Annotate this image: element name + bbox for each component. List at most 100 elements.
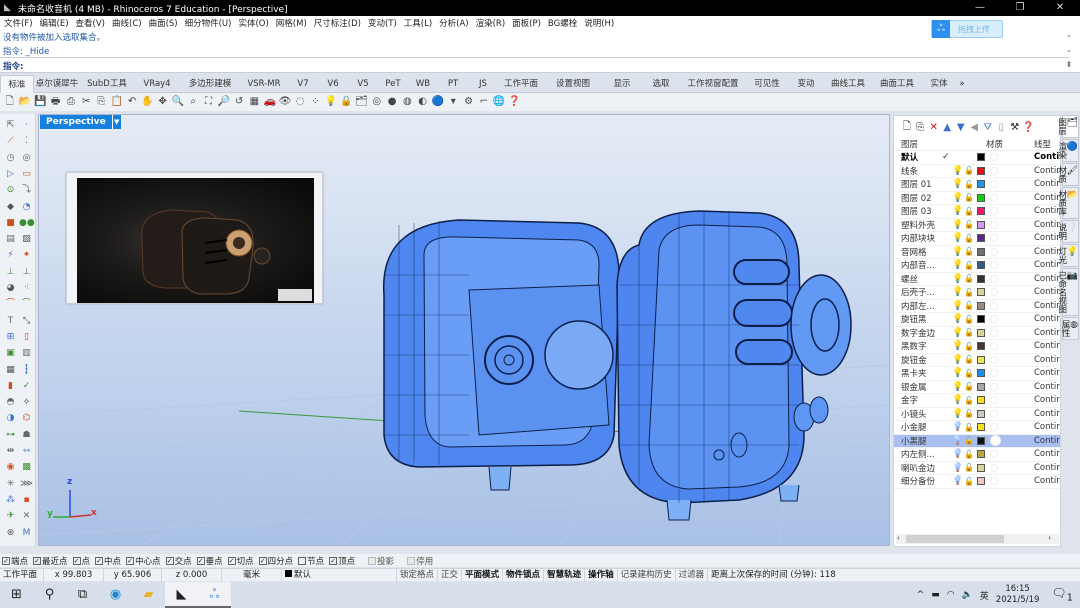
layer-color-swatch[interactable] (977, 247, 985, 256)
layer-row[interactable]: 黑数字 💡 🔓 Contir (894, 340, 1060, 354)
layer-linetype[interactable]: Contir (1034, 422, 1062, 432)
notification-icon[interactable]: 🗨1 (1051, 586, 1073, 603)
cut-icon[interactable]: ✂ (78, 95, 93, 109)
layer-linetype[interactable]: Contir (1034, 463, 1062, 473)
unlock-icon[interactable]: 🔓 (964, 234, 974, 243)
layer-name[interactable]: 金字 (901, 394, 949, 406)
layer-name[interactable]: 黑数字 (901, 340, 949, 352)
layer-name[interactable]: 图层 01 (901, 178, 949, 190)
tab-22[interactable]: 实体 (922, 75, 956, 93)
layer-name[interactable]: 旋钮黑 (901, 313, 949, 325)
status-toggle-6[interactable]: 记录建构历史 (618, 568, 676, 582)
layer-color-swatch[interactable] (977, 180, 985, 189)
help-icon[interactable]: ❓ (1022, 122, 1036, 133)
move-out-icon[interactable]: ◀ (968, 122, 982, 133)
tab-5[interactable]: VSR-MR (240, 75, 288, 93)
menu-item[interactable]: 查看(V) (76, 17, 105, 29)
menu-item[interactable]: 网格(M) (276, 17, 307, 29)
left-tool-icon[interactable]: ✳ (3, 477, 18, 491)
osnap-12[interactable]: 停用 (407, 555, 433, 567)
tab-3[interactable]: VRay4 (134, 75, 180, 93)
viewport-layout-icon[interactable]: ▦ (247, 95, 262, 109)
layer-row[interactable]: 小镜头 💡 🔓 Contir (894, 408, 1060, 421)
left-tool-icon[interactable]: ◷ (3, 151, 18, 165)
layer-name[interactable]: 图层 02 (901, 192, 949, 204)
left-tool-icon[interactable]: ⟋ (3, 134, 18, 148)
panel-tab-7[interactable]: ◍ 属性 (1060, 317, 1079, 340)
material-icon[interactable] (990, 166, 998, 175)
material-icon[interactable] (990, 207, 998, 216)
tab-1[interactable]: 卓尔谟犀牛 (34, 75, 80, 93)
layer-row[interactable]: 内左侧... 💡 🔓 Contir (894, 448, 1060, 462)
unlock-icon[interactable]: 🔓 (964, 328, 974, 337)
shaded-icon[interactable]: ● (384, 95, 399, 109)
left-tool-icon[interactable]: ⌬ (19, 411, 34, 425)
layer-row[interactable]: 数字金边 💡 🔓 Contir (894, 327, 1060, 340)
layer-color-swatch[interactable] (977, 477, 985, 486)
settings-icon[interactable]: ⚙ (461, 95, 476, 109)
left-tool-icon[interactable]: ▭ (19, 167, 34, 181)
menu-item[interactable]: 变动(T) (368, 17, 397, 29)
left-tool-icon[interactable]: ◎ (19, 151, 34, 165)
left-tool-icon[interactable]: ⇱ (3, 118, 18, 132)
layer-row[interactable]: 喇叭金边 💡 🔓 Contir (894, 462, 1062, 475)
left-tool-icon[interactable]: ⊙ (3, 183, 18, 197)
lightbulb-on-icon[interactable]: 💡 (952, 233, 963, 243)
left-tool-icon[interactable]: M (19, 526, 34, 540)
layer-name[interactable]: 小镜头 (901, 408, 949, 420)
layer-name[interactable]: 音网格 (901, 246, 949, 258)
layer-color-swatch[interactable] (977, 342, 985, 351)
pan-icon[interactable]: ✋ (140, 95, 155, 109)
unlock-icon[interactable]: 🔓 (964, 180, 974, 189)
osnap-11[interactable]: 投影 (368, 555, 394, 567)
layer-name[interactable]: 内部块块 (901, 232, 949, 244)
copy-icon[interactable]: ⎘ (94, 95, 109, 109)
layer-icon[interactable]: 🗂 (354, 95, 369, 109)
lightbulb-on-icon[interactable]: 💡 (952, 382, 963, 392)
layer-name[interactable]: 塑料外壳 (901, 219, 949, 231)
open-icon[interactable]: 📂 (17, 95, 32, 109)
perspective-viewport[interactable]: z x y Perspective ▼ (38, 114, 890, 546)
layer-row[interactable]: 后壳子... 💡 🔓 Contir (894, 286, 1060, 300)
wifi-icon[interactable]: ◠ (947, 590, 955, 600)
edge-icon[interactable]: ◉ (99, 582, 132, 608)
scroll-left-icon[interactable]: ‹ (897, 534, 900, 542)
layer-color-swatch[interactable] (977, 463, 985, 472)
layer-row[interactable]: 小黑腿 💡 🔓 Contir (894, 434, 1060, 448)
panel-tab-6[interactable]: 📷 已命名视图 (1057, 267, 1079, 316)
menu-item[interactable]: 说明(H) (584, 17, 614, 29)
left-tool-icon[interactable]: ✦ (19, 248, 34, 262)
unlock-icon[interactable]: 🔓 (964, 436, 974, 445)
tab-4[interactable]: 多边形建模 (180, 75, 240, 93)
lightbulb-off-icon[interactable]: 💡 (952, 463, 963, 473)
layer-linetype[interactable]: Contir (1034, 341, 1062, 351)
left-tool-icon[interactable]: ✓ (19, 379, 34, 393)
layer-row[interactable]: 图层 01 💡 🔓 Contir (894, 178, 1060, 192)
left-tool-icon[interactable]: ▷ (3, 167, 18, 181)
left-tool-icon[interactable]: ⤡ (19, 314, 34, 328)
lightbulb-on-icon[interactable]: 💡 (952, 179, 963, 189)
material-icon[interactable] (990, 435, 1001, 447)
lightbulb-on-icon[interactable]: 💡 (952, 206, 963, 216)
lightbulb-on-icon[interactable]: 💡 (952, 328, 963, 338)
layer-color-swatch[interactable] (977, 450, 985, 459)
undo-icon[interactable]: ↶ (124, 95, 139, 109)
tab-18[interactable]: 可见性 (746, 75, 788, 93)
material-icon[interactable] (990, 450, 998, 459)
light-icon[interactable]: 💡 (323, 95, 338, 109)
layer-name[interactable]: 线条 (901, 165, 949, 177)
paste-icon[interactable]: 📋 (109, 95, 124, 109)
left-tool-icon[interactable]: ⌒ (19, 297, 34, 311)
tray-expand-icon[interactable]: ^ (917, 590, 925, 600)
layer-color-swatch[interactable] (977, 220, 985, 229)
layer-linetype[interactable]: Contir (1034, 314, 1062, 324)
rendered-icon[interactable]: ◍ (400, 95, 415, 109)
layer-name[interactable]: 数字金边 (901, 327, 949, 339)
material-icon[interactable] (990, 355, 998, 364)
layer-row[interactable]: 图层 03 💡 🔓 Contir (894, 205, 1060, 219)
layer-row[interactable]: 旋钮金 💡 🔓 Contir (894, 354, 1060, 367)
render-car-icon[interactable]: 🚗 (262, 95, 277, 109)
zoom-icon[interactable]: 🔍 (170, 95, 185, 109)
left-tool-icon[interactable]: ⚡ (3, 248, 18, 262)
lightbulb-on-icon[interactable]: 💡 (952, 166, 963, 176)
